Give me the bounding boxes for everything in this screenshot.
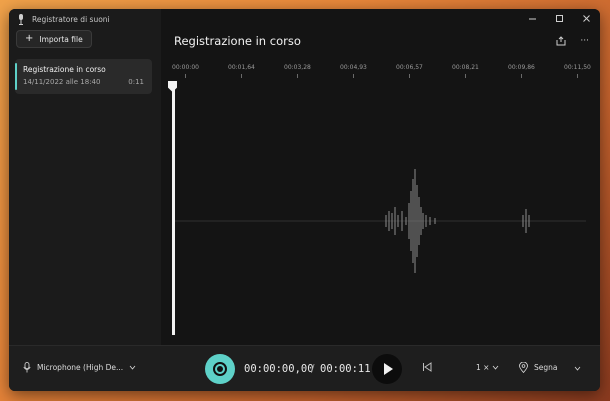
more-icon: ··· xyxy=(580,36,589,46)
timeline-tick-mark xyxy=(185,74,186,78)
app-titlebar: Registratore di suoni xyxy=(18,14,110,25)
chevron-down-icon xyxy=(129,365,136,370)
current-time: 00:00:00,00 xyxy=(244,363,314,375)
window-controls xyxy=(519,9,600,27)
import-file-label: Importa file xyxy=(39,34,83,44)
timeline-tick-label: 00:04,93 xyxy=(340,64,367,71)
share-button[interactable] xyxy=(556,36,566,49)
microphone-label: Microphone (High De... xyxy=(37,363,124,372)
more-options-button[interactable]: ··· xyxy=(580,36,589,49)
import-file-button[interactable]: + Importa file xyxy=(16,30,92,48)
microphone-selector[interactable]: Microphone (High De... xyxy=(23,362,136,373)
recording-list-item[interactable]: Registrazione in corso 14/11/2022 alle 1… xyxy=(15,59,152,94)
play-icon xyxy=(384,363,393,375)
selection-indicator xyxy=(15,63,17,90)
recording-title: Registrazione in corso xyxy=(174,34,301,48)
time-separator: / xyxy=(311,363,315,375)
timeline-tick-label: 00:09,86 xyxy=(508,64,535,71)
minimize-icon xyxy=(529,18,536,19)
timeline-tick-mark xyxy=(577,74,578,78)
timeline-tick-mark xyxy=(521,74,522,78)
timeline-tick-mark xyxy=(241,74,242,78)
waveform[interactable] xyxy=(161,84,600,334)
location-pin-icon xyxy=(519,362,528,373)
timeline-tick-label: 00:06,57 xyxy=(396,64,423,71)
share-icon xyxy=(556,36,566,46)
mark-label: Segna xyxy=(534,363,558,372)
skip-to-start-button[interactable] xyxy=(422,362,432,375)
timeline-ruler[interactable]: 00:00:00 00:01,64 00:03,28 00:04,93 00:06,57… xyxy=(172,64,591,84)
recording-duration: 0:11 xyxy=(128,78,144,86)
play-button[interactable] xyxy=(372,354,402,384)
speed-label: 1 × xyxy=(476,363,490,372)
timeline-tick-label: 00:01,64 xyxy=(228,64,255,71)
main-panel: Registrazione in corso ··· 00:00:00 00:01… xyxy=(161,9,600,345)
skip-back-icon xyxy=(423,362,432,372)
minimize-button[interactable] xyxy=(519,9,546,27)
timeline-tick-label: 00:00:00 xyxy=(172,64,199,71)
playhead[interactable] xyxy=(172,89,175,335)
app-mic-icon xyxy=(19,14,23,25)
header-actions: ··· xyxy=(556,36,589,49)
microphone-icon xyxy=(23,362,31,373)
maximize-button[interactable] xyxy=(546,9,573,27)
mark-button[interactable]: Segna xyxy=(519,362,558,373)
record-icon xyxy=(213,362,227,376)
close-button[interactable] xyxy=(573,9,600,27)
recording-date: 14/11/2022 alle 18:40 xyxy=(23,78,101,86)
timeline-tick-mark xyxy=(465,74,466,78)
chevron-down-icon xyxy=(574,366,580,371)
timeline-tick-mark xyxy=(409,74,410,78)
total-time: 00:00:11 xyxy=(320,363,371,375)
chevron-down-icon xyxy=(492,365,499,370)
record-button[interactable] xyxy=(205,354,235,384)
mark-options-button[interactable] xyxy=(566,354,588,382)
timeline-tick-label: 00:03,28 xyxy=(284,64,311,71)
sidebar: Registratore di suoni + Importa file Reg… xyxy=(9,9,161,345)
app-title: Registratore di suoni xyxy=(32,15,110,24)
timeline-tick-mark xyxy=(353,74,354,78)
app-window: Registratore di suoni + Importa file Reg… xyxy=(9,9,600,391)
close-icon xyxy=(583,14,590,22)
timeline-tick-label: 00:11,50 xyxy=(564,64,591,71)
timeline-tick-label: 00:08,21 xyxy=(452,64,479,71)
playback-bar: Microphone (High De... 00:00:00,00 / 00:… xyxy=(9,345,600,391)
timeline-tick-mark xyxy=(297,74,298,78)
maximize-icon xyxy=(556,14,563,22)
playback-speed-button[interactable]: 1 × xyxy=(476,363,499,372)
plus-icon: + xyxy=(25,33,34,44)
recording-name: Registrazione in corso xyxy=(23,65,106,74)
